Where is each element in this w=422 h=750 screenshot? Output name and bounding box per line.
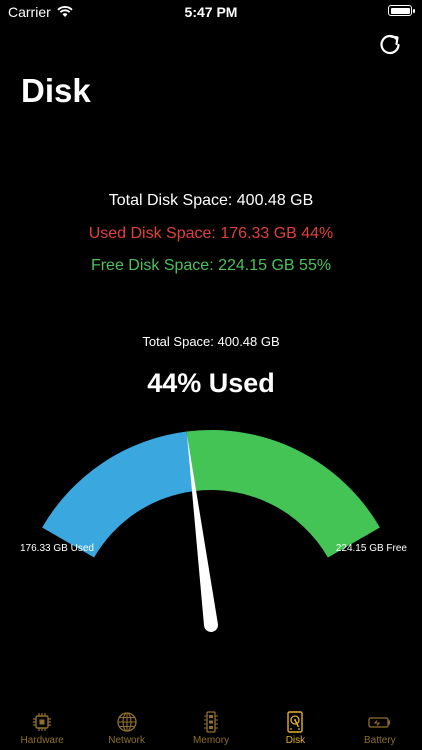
memory-icon	[204, 711, 219, 733]
refresh-button[interactable]	[376, 30, 404, 58]
free-arc	[186, 429, 380, 558]
tab-battery-label: Battery	[363, 735, 396, 746]
tab-hardware-label: Hardware	[20, 735, 64, 746]
gauge-used-label: 176.33 GB Used	[20, 543, 94, 554]
status-time: 5:47 PM	[184, 4, 238, 20]
tab-memory-label: Memory	[192, 735, 230, 746]
gauge-free-label: 224.15 GB Free	[336, 543, 408, 554]
used-arc	[42, 431, 195, 558]
disk-icon	[287, 711, 304, 733]
free-disk-space: Free Disk Space: 224.15 GB 55%	[90, 257, 332, 274]
tab-disk[interactable]: Disk	[253, 700, 337, 750]
globe-icon	[116, 712, 137, 732]
chip-icon	[33, 713, 52, 731]
tab-network[interactable]: Network	[84, 700, 168, 750]
battery-icon	[368, 717, 390, 728]
battery-status-icon	[388, 5, 415, 16]
disk-gauge: Total Space: 400.48 GB 44% Used 176.33 G…	[20, 334, 408, 632]
gauge-percent-label: 44% Used	[147, 368, 275, 398]
tab-battery[interactable]: Battery	[338, 700, 422, 750]
tab-disk-label: Disk	[285, 735, 306, 746]
gauge-total-label: Total Space: 400.48 GB	[142, 334, 279, 349]
total-disk-space: Total Disk Space: 400.48 GB	[108, 192, 314, 209]
tab-network-label: Network	[108, 735, 145, 746]
tab-hardware[interactable]: Hardware	[0, 700, 84, 750]
tab-memory[interactable]: Memory	[169, 700, 253, 750]
status-bar: Carrier 5:47 PM	[0, 0, 422, 24]
page-title: Disk	[21, 72, 91, 109]
tab-bar: Hardware Network Memory Disk Battery	[0, 700, 422, 750]
used-disk-space: Used Disk Space: 176.33 GB 44%	[88, 225, 334, 242]
